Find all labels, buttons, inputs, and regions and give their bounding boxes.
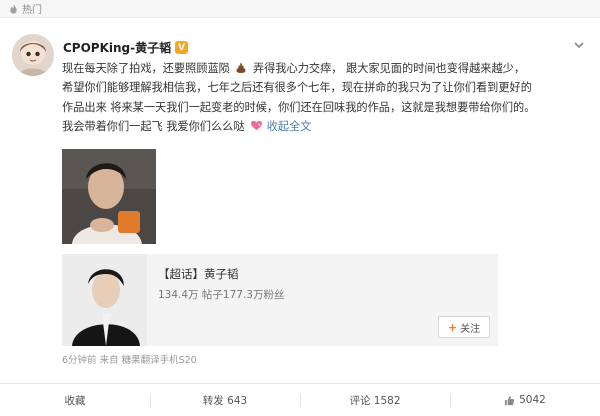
- post-line: 我会带着你们一起飞 我爱你们么么哒 收起全文: [62, 120, 312, 134]
- chevron-down-icon[interactable]: [572, 38, 586, 52]
- author-name-row[interactable]: CPOPKing-黄子韬 V: [63, 39, 189, 56]
- heart-emoji-icon: [251, 121, 263, 131]
- topic-title[interactable]: 【超话】黄子韬: [158, 266, 239, 282]
- post-line: 作品出来 将来某一天我们一起变老的时候，你们还在回味我的作品，这就是我想要带给你…: [62, 100, 536, 114]
- post-photo-illustration: [62, 149, 156, 244]
- like-icon: [505, 395, 515, 405]
- repost-label: 转发 643: [202, 394, 248, 407]
- post-line: 希望你们能够理解我相信我，七年之后还有很多个七年，现在拼命的我只为了让你们看到更…: [62, 81, 532, 95]
- follow-button[interactable]: + 关注: [438, 316, 490, 338]
- avatar-illustration: [12, 34, 54, 76]
- favorite-label: 收藏: [64, 394, 86, 407]
- hot-label: 热门: [22, 5, 42, 16]
- hot-header-bar: 热门: [0, 0, 600, 18]
- repost-button[interactable]: 转发 643: [150, 384, 300, 416]
- comment-label: 评论 1582: [349, 394, 401, 407]
- post-text: 现在每天除了拍戏，还要照顾蓝陨 弄得我心力交瘁， 跟大家见面的时间也变得越来越少…: [62, 59, 588, 137]
- like-button[interactable]: 5042: [450, 384, 600, 416]
- post-meta: 6分钟前 来自 糖果翻译手机S20: [62, 355, 197, 366]
- super-topic-card[interactable]: 【超话】黄子韬 134.4万 帖子177.3万粉丝 + 关注: [62, 254, 498, 346]
- avatar[interactable]: [12, 34, 54, 76]
- post-photo[interactable]: [62, 149, 156, 244]
- collapse-text-link[interactable]: 收起全文: [267, 120, 312, 133]
- action-bar: 收藏 转发 643 评论 1582 5042: [0, 383, 600, 416]
- topic-stats: 134.4万 帖子177.3万粉丝: [158, 289, 285, 301]
- topic-image: [62, 254, 147, 346]
- author-name[interactable]: CPOPKing-黄子韬: [63, 39, 171, 56]
- plus-icon: +: [447, 320, 458, 334]
- follow-label: 关注: [460, 323, 481, 335]
- hot-tag[interactable]: 热门: [8, 1, 42, 16]
- topic-image-illustration: [62, 254, 147, 346]
- favorite-button[interactable]: 收藏: [0, 384, 150, 416]
- comment-button[interactable]: 评论 1582: [300, 384, 450, 416]
- like-count: 5042: [519, 394, 546, 406]
- post-line: 现在每天除了拍戏，还要照顾蓝陨 弄得我心力交瘁， 跟大家见面的时间也变得越来越少…: [62, 62, 526, 75]
- fire-icon: [10, 3, 17, 14]
- vip-badge: V: [175, 41, 189, 54]
- poop-emoji-icon: [236, 63, 246, 73]
